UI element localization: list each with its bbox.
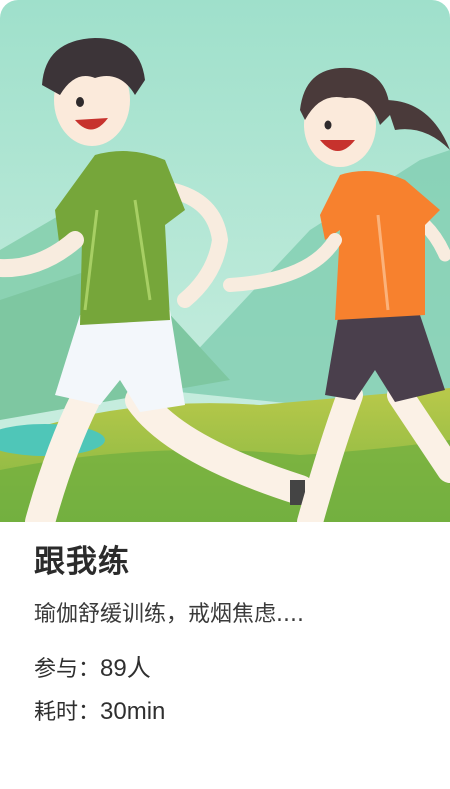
hero-illustration: [0, 0, 450, 522]
running-couple-illustration: [0, 0, 450, 522]
card-description: 瑜伽舒缓训练，戒烟焦虑....: [34, 602, 304, 627]
participants-value: 89人: [100, 655, 151, 682]
duration-value: 30min: [100, 698, 166, 725]
duration-label: 耗时：: [34, 700, 101, 725]
card-title: 跟我练: [34, 544, 130, 580]
duration-row: 耗时：30min: [34, 694, 165, 726]
participants-row: 参与：89人: [34, 648, 151, 683]
participants-label: 参与：: [34, 657, 101, 682]
activity-card[interactable]: 跟我练 瑜伽舒缓训练，戒烟焦虑.... 参与：89人 耗时：30min: [0, 0, 450, 789]
